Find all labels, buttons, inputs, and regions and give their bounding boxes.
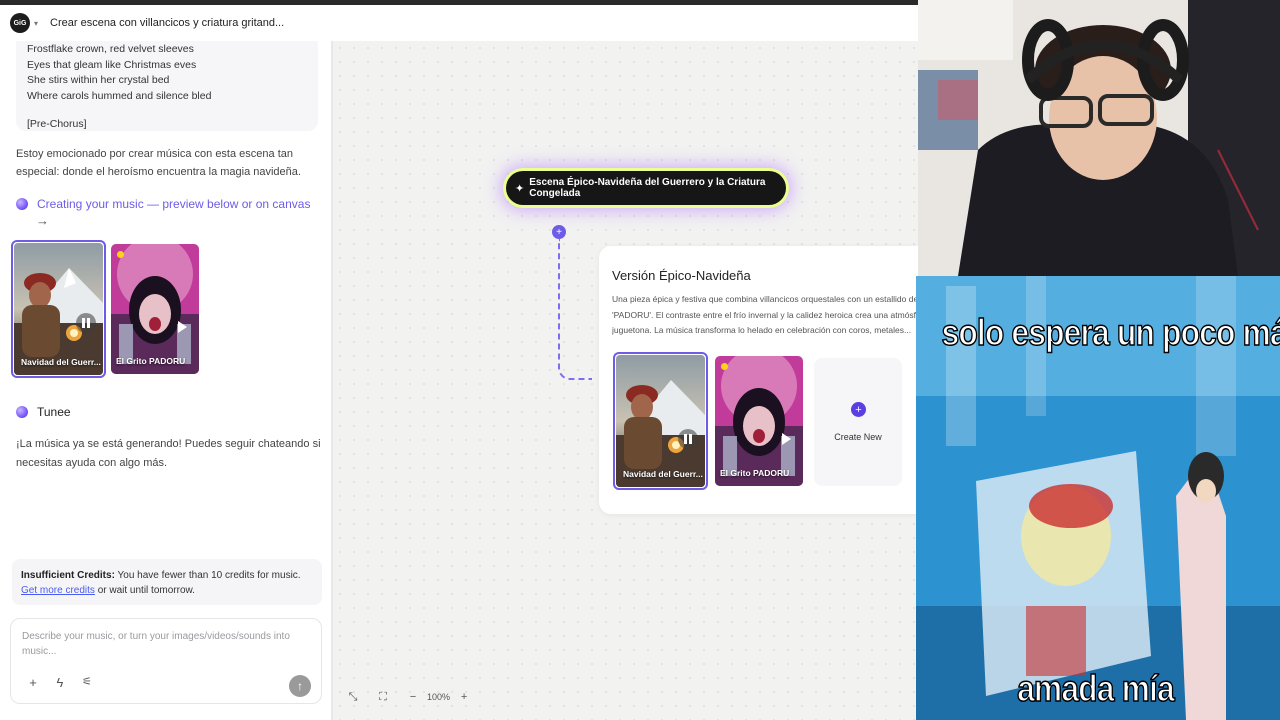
collapse-icon[interactable]: ⤡ [343, 687, 363, 707]
version-card[interactable]: Versión Épico-Navideña Una pieza épica y… [599, 246, 918, 514]
lyrics-box: Frostflake crown, red velvet sleeves Eye… [16, 41, 318, 131]
fit-screen-icon[interactable]: ⛶ [373, 687, 393, 707]
plus-icon: + [851, 402, 866, 417]
zoom-in-button[interactable]: + [454, 687, 474, 707]
arrow-right-icon[interactable]: → [36, 213, 49, 228]
version-description: Una pieza épica y festiva que combina vi… [612, 294, 918, 335]
tunee-message: ¡La música ya se está generando! Puedes … [16, 438, 321, 469]
track-cover-padoru [111, 244, 199, 374]
zoom-out-button[interactable]: − [403, 687, 423, 707]
pause-icon [684, 434, 692, 444]
add-node-button[interactable]: + [552, 225, 566, 239]
add-icon[interactable]: + [25, 675, 41, 691]
canvas-track-card-navidad[interactable]: Navidad del Guerr... [613, 352, 708, 490]
get-more-credits-link[interactable]: Get more credits [21, 585, 95, 596]
lyrics-section-tag: [Pre-Chorus] [27, 118, 87, 131]
track-cover-warrior [616, 355, 705, 487]
track-card-padoru[interactable]: El Grito PADORU [111, 244, 199, 374]
canvas-toolbar: ⤡ ⛶ − 100% + [343, 687, 474, 707]
credits-tail: or wait until tomorrow. [94, 585, 195, 596]
credits-text: You have fewer than 10 credits for music… [114, 570, 301, 581]
play-icon[interactable] [782, 433, 791, 445]
status-dot [117, 251, 124, 258]
track-card-navidad[interactable]: Navidad del Guerr... [11, 240, 106, 378]
sparkle-icon: ✦ [515, 182, 525, 195]
track-cover-padoru [715, 356, 803, 486]
credits-bold: Insufficient Credits: [21, 570, 115, 581]
send-button[interactable]: ↑ [289, 675, 311, 697]
prompt-input[interactable]: Describe your music, or turn your images… [10, 618, 322, 704]
meme-top-text: solo espera un poco más [941, 311, 1280, 354]
arrow-up-icon: ↑ [297, 679, 303, 693]
lightning-icon[interactable]: ϟ [52, 675, 68, 691]
scene-node[interactable]: ✦ Escena Épico-Navideña del Guerrero y l… [506, 171, 786, 205]
meme-overlay: solo espera un poco más amada mía [916, 276, 1280, 720]
tunee-author: Tunee [16, 405, 71, 419]
pause-icon [82, 318, 90, 328]
lyric-line: She stirs within her crystal bed [27, 74, 170, 87]
node-connector [558, 239, 592, 380]
track-title: Navidad del Guerr... [623, 469, 703, 479]
pause-button[interactable] [76, 313, 96, 333]
prompt-placeholder: Describe your music, or turn your images… [22, 631, 290, 657]
track-title: El Grito PADORU [720, 468, 790, 478]
lyric-line: Eyes that gleam like Christmas eves [27, 58, 197, 71]
webcam-feed [918, 0, 1280, 276]
canvas-track-card-padoru[interactable]: El Grito PADORU [715, 356, 803, 486]
status-dot [721, 363, 728, 370]
orb-icon [16, 198, 28, 210]
app-logo[interactable]: GiG [10, 13, 30, 33]
credits-notice: Insufficient Credits: You have fewer tha… [12, 559, 322, 605]
chevron-down-icon[interactable]: ▾ [34, 19, 38, 28]
track-title: El Grito PADORU [116, 356, 186, 366]
track-cover-warrior [14, 243, 103, 375]
track-title: Navidad del Guerr... [21, 357, 101, 367]
tunee-name: Tunee [37, 405, 71, 419]
meme-bottom-text: amada mía [1016, 667, 1175, 710]
scene-title: Escena Épico-Navideña del Guerrero y la … [529, 177, 766, 199]
chat-panel: Frostflake crown, red velvet sleeves Eye… [0, 41, 331, 720]
canvas-area[interactable]: ✦ Escena Épico-Navideña del Guerrero y l… [331, 41, 918, 720]
zoom-level: 100% [427, 692, 451, 702]
plus-icon: + [556, 226, 562, 238]
lyric-line: Where carols hummed and silence bled [27, 89, 212, 102]
play-icon[interactable] [178, 321, 187, 333]
create-new-label: Create New [834, 432, 882, 442]
app-window: GiG ▾ Crear escena con villancicos y cri… [0, 0, 918, 720]
creating-status[interactable]: Creating your music — preview below or o… [16, 194, 316, 214]
conversation-title: Crear escena con villancicos y criatura … [50, 17, 285, 29]
create-new-button[interactable]: + Create New [814, 358, 902, 486]
version-title: Versión Épico-Navideña [612, 268, 751, 283]
pause-button[interactable] [678, 429, 698, 449]
tunee-avatar [16, 406, 28, 418]
lyric-line: Frostflake crown, red velvet sleeves [27, 43, 194, 55]
assistant-message: Estoy emocionado por crear música con es… [16, 148, 301, 178]
creating-label: Creating your music — preview below or o… [37, 197, 311, 211]
webcam-image [918, 0, 1280, 276]
settings-sliders-icon[interactable]: ⚟ [79, 675, 95, 691]
header: GiG ▾ Crear escena con villancicos y cri… [0, 5, 918, 41]
